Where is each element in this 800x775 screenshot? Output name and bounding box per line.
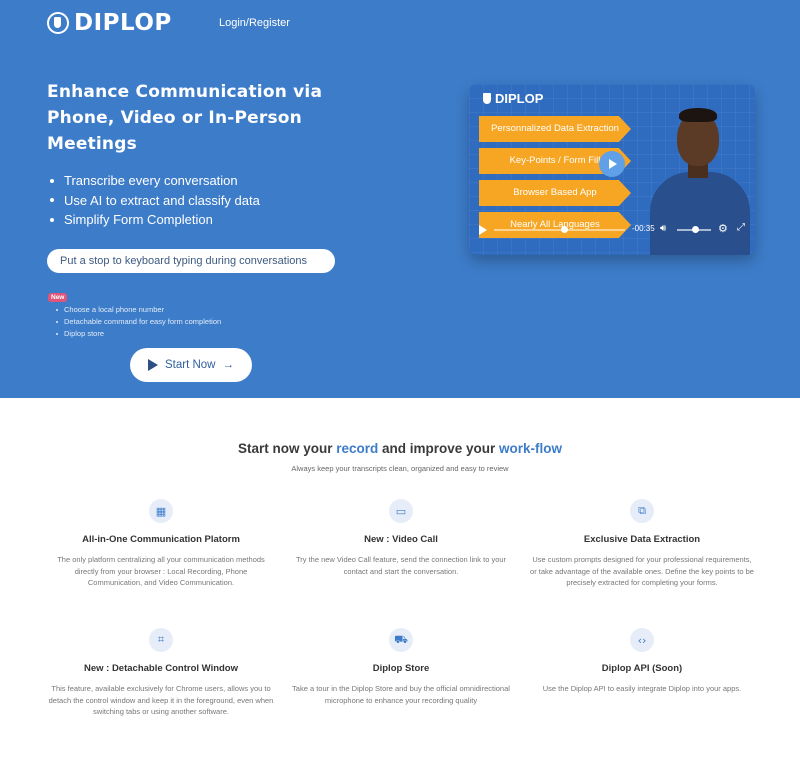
window-icon: ⌗ (149, 628, 173, 652)
progress-bar[interactable] (494, 229, 625, 231)
video-label: Personnalized Data Extraction (479, 116, 631, 142)
video-play-button[interactable] (599, 151, 625, 177)
feature-card: ⌗ New : Detachable Control Window This f… (41, 628, 281, 718)
start-now-label: Start Now (165, 359, 216, 371)
feature-desc: This feature, available exclusively for … (48, 684, 274, 716)
video-logo-text: DIPLOP (495, 91, 544, 106)
feature-card: ⧉ Exclusive Data Extraction Use custom p… (522, 499, 762, 589)
new-feature-item: Choose a local phone number (56, 304, 221, 316)
control-play-icon[interactable] (479, 225, 487, 235)
cart-icon: ⛟ (389, 628, 413, 652)
feature-desc: Take a tour in the Diplop Store and buy … (292, 684, 510, 705)
feature-title: Diplop API (Soon) (601, 663, 683, 674)
hero-bullet: Simplify Form Completion (50, 210, 260, 230)
new-feature-item: Detachable command for easy form complet… (56, 316, 221, 328)
logo-text: DIPLOP (74, 10, 172, 36)
grid-icon: ▦ (149, 499, 173, 523)
features-subtitle: Always keep your transcripts clean, orga… (291, 464, 509, 473)
progress-handle[interactable] (561, 226, 568, 233)
new-badge: New (48, 293, 68, 302)
settings-icon[interactable]: ⚙ (718, 222, 728, 235)
hero-bullet: Transcribe every conversation (50, 171, 260, 191)
hero-title: Enhance Communication via Phone, Video o… (47, 82, 323, 154)
start-now-button[interactable]: Start Now → (130, 348, 252, 382)
feature-title: Diplop Store (372, 663, 430, 674)
hero-bullets: Transcribe every conversation Use AI to … (50, 171, 260, 230)
new-features-list: Choose a local phone number Detachable c… (56, 304, 221, 340)
video-label: Browser Based App (479, 180, 631, 206)
feature-desc: The only platform centralizing all your … (57, 555, 265, 587)
feature-card: ‹› Diplop API (Soon) Use the Diplop API … (522, 628, 762, 695)
play-icon (148, 359, 158, 371)
login-register-link[interactable]: Login/Register (219, 17, 290, 29)
feature-desc: Try the new Video Call feature, send the… (295, 555, 507, 576)
feature-card: ⛟ Diplop Store Take a tour in the Diplop… (281, 628, 521, 706)
feature-card: ▦ All-in-One Communication Platorm The o… (41, 499, 281, 589)
hero-bullet: Use AI to extract and classify data (50, 191, 260, 211)
time-remaining: -00:35 (632, 224, 655, 233)
volume-icon[interactable]: 🔊︎ (660, 223, 666, 234)
arrow-right-icon: → (222, 359, 235, 371)
features-title: Start now your record and improve your w… (237, 441, 563, 456)
video-logo: DIPLOP (483, 91, 543, 106)
feature-title: New : Video Call (364, 534, 438, 545)
code-icon: ‹› (630, 628, 654, 652)
feature-desc: Use custom prompts designed for your pro… (530, 555, 754, 587)
feature-desc: Use the Diplop API to easily integrate D… (542, 684, 742, 693)
tagline-pill: Put a stop to keyboard typing during con… (47, 249, 335, 273)
volume-handle[interactable] (692, 226, 699, 233)
new-feature-item: Diplop store (56, 328, 221, 340)
feature-card: ▭ New : Video Call Try the new Video Cal… (281, 499, 521, 577)
logo[interactable]: DIPLOP (47, 10, 172, 36)
feature-title: All-in-One Communication Platorm (82, 534, 240, 545)
fullscreen-icon[interactable]: ⤢ (737, 222, 745, 233)
video-logo-icon (483, 93, 491, 104)
hero-section: DIPLOP Login/Register Enhance Communicat… (0, 0, 800, 398)
extract-icon: ⧉ (630, 499, 654, 523)
logo-icon (47, 12, 69, 34)
monitor-icon: ▭ (389, 499, 413, 523)
promo-video[interactable]: DIPLOP Personnalized Data Extraction Key… (469, 84, 755, 255)
feature-title: New : Detachable Control Window (83, 663, 239, 674)
video-controls: -00:35 🔊︎ ⚙ ⤢ (469, 221, 755, 239)
feature-title: Exclusive Data Extraction (583, 534, 701, 545)
